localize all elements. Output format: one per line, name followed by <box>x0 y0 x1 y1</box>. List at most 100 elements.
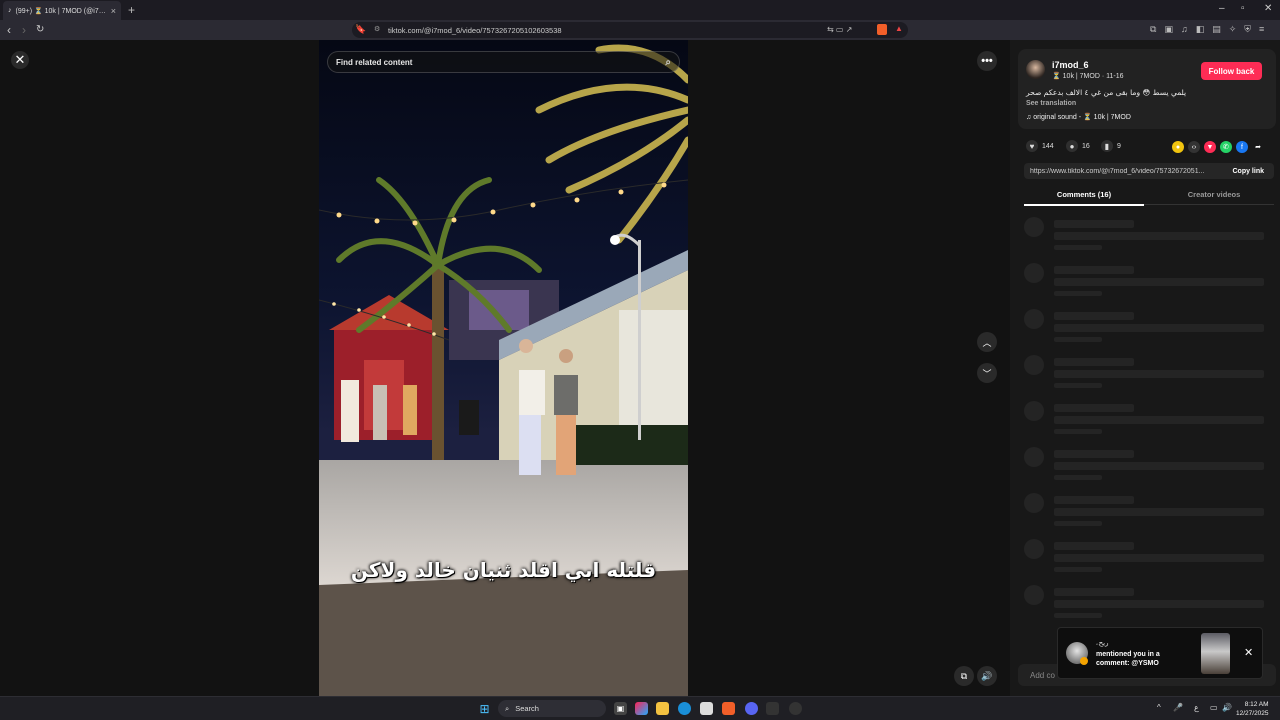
send-icon[interactable]: ▼ <box>1204 141 1216 153</box>
find-related-search[interactable]: Find related content ⌕ <box>327 51 680 73</box>
follow-back-button[interactable]: Follow back <box>1201 62 1262 80</box>
author-subline: ⏳ 10k | 7MOD · 11-16 <box>1052 73 1124 80</box>
notification-thumbnail <box>1201 633 1230 674</box>
search-placeholder: Find related content <box>336 57 413 67</box>
floating-player-icon[interactable]: ⧉ <box>954 666 974 686</box>
previous-video-button[interactable]: ︿ <box>977 332 997 352</box>
store-icon[interactable] <box>700 702 713 715</box>
page-actions-icon[interactable]: ⇆ ▭ ↗ <box>827 25 852 34</box>
search-icon[interactable]: ⌕ <box>665 57 671 68</box>
video-frame <box>319 40 688 696</box>
whatsapp-icon[interactable]: ✆ <box>1220 141 1232 153</box>
task-view-icon[interactable]: ▣ <box>614 702 627 715</box>
video-link[interactable]: https://www.tiktok.com/@i7mod_6/video/75… <box>1030 168 1232 175</box>
taskbar: ⊞ ⌕ Search ▣ ^ 🎤 ع ▭ 🔊 8:12 AM 12/27/202… <box>0 696 1280 720</box>
browser-tab[interactable]: ♪ (99+) ⏳ 10k | 7MOD (@i7mod × <box>3 1 121 20</box>
next-video-button[interactable]: ﹀ <box>977 363 997 383</box>
notification-name: ريحۦ <box>1096 639 1109 647</box>
reload-icon[interactable]: ↻ <box>36 24 44 35</box>
comment-count: 16 <box>1082 142 1090 150</box>
file-explorer-icon[interactable] <box>656 702 669 715</box>
bookmark-icon: ▮ <box>1101 140 1113 152</box>
save-count: 9 <box>1117 142 1121 150</box>
language-indicator[interactable]: ع <box>1194 703 1199 712</box>
detail-panel: i7mod_6 ⏳ 10k | 7MOD · 11-16 Follow back… <box>1010 40 1280 696</box>
url-text: tiktok.com/@i7mod_6/video/75732672051026… <box>388 25 562 35</box>
taskbar-search[interactable]: ⌕ Search <box>498 700 606 717</box>
volume-tray-icon[interactable]: 🔊 <box>1222 703 1232 712</box>
comment-skeleton <box>1024 355 1274 395</box>
copy-link-button[interactable]: Copy link <box>1232 168 1274 175</box>
notification-badge-icon <box>1080 657 1088 665</box>
comment-skeleton <box>1024 263 1274 303</box>
minimize-button[interactable]: – <box>1219 3 1225 14</box>
tab-comments[interactable]: Comments (16) <box>1024 190 1144 206</box>
music-note-icon: ♫ <box>1026 114 1032 121</box>
more-options-icon[interactable]: ••• <box>977 51 997 71</box>
copy-link-row: https://www.tiktok.com/@i7mod_6/video/75… <box>1024 163 1274 179</box>
reader-icon[interactable]: ▣ <box>1164 24 1173 35</box>
close-notification-icon[interactable]: ✕ <box>1244 646 1253 659</box>
address-bar[interactable]: 🔖 ⚙ tiktok.com/@i7mod_6/video/7573267205… <box>352 22 908 38</box>
comment-skeleton <box>1024 309 1274 349</box>
video-caption: قلتله ابي اقلد ثنيان خالد ولاكن <box>350 558 657 582</box>
comment-skeleton <box>1024 585 1274 625</box>
share-friends-icon[interactable]: ● <box>1172 141 1184 153</box>
maximize-button[interactable]: ▫ <box>1241 3 1245 14</box>
network-icon[interactable]: ▭ <box>1210 703 1218 712</box>
comment-skeleton <box>1024 401 1274 441</box>
date: 12/27/2025 <box>1236 710 1269 717</box>
settings-icon[interactable] <box>789 702 802 715</box>
wallet-icon[interactable]: ▤ <box>1212 24 1221 35</box>
save-button[interactable]: ▮ 9 <box>1101 140 1121 152</box>
embed-icon[interactable]: ‹› <box>1188 141 1200 153</box>
forward-icon[interactable]: › <box>22 23 26 37</box>
see-translation-link[interactable]: See translation <box>1026 100 1076 107</box>
tray-chevron-icon[interactable]: ^ <box>1157 703 1161 712</box>
tab-close-icon[interactable]: × <box>111 6 116 16</box>
media-icon[interactable]: ♫ <box>1181 24 1188 35</box>
panel-tabs: Comments (16) Creator videos <box>1024 187 1274 206</box>
close-video-button[interactable]: ✕ <box>11 51 29 69</box>
close-window-button[interactable]: ✕ <box>1264 3 1272 14</box>
brave-icon[interactable] <box>722 702 735 715</box>
mic-icon[interactable]: 🎤 <box>1173 703 1183 712</box>
facebook-icon[interactable]: f <box>1236 141 1248 153</box>
edge-icon[interactable] <box>678 702 691 715</box>
start-icon[interactable]: ⊞ <box>478 702 491 716</box>
new-tab-button[interactable]: + <box>128 3 135 17</box>
tiktok-favicon-icon: ♪ <box>8 7 12 14</box>
brave-shields-icon[interactable] <box>877 24 887 35</box>
username[interactable]: i7mod_6 <box>1052 60 1089 70</box>
volume-icon[interactable]: 🔊 <box>977 666 997 686</box>
comment-icon: ● <box>1066 140 1078 152</box>
site-info-icon[interactable]: ⚙ <box>374 25 380 33</box>
video-player[interactable]: Find related content ⌕ قلتله ابي اقلد ثن… <box>319 40 688 696</box>
avatar[interactable] <box>1026 60 1045 79</box>
menu-icon[interactable]: ≡ <box>1259 24 1264 35</box>
discord-icon[interactable] <box>745 702 758 715</box>
toolbar-icons: ⧉ ▣ ♫ ◧ ▤ ✧ ⛨ ≡ <box>1150 24 1264 35</box>
ai-icon[interactable]: ✧ <box>1229 24 1237 35</box>
share-more-icon[interactable]: ➦ <box>1252 141 1264 153</box>
back-icon[interactable]: ‹ <box>7 23 11 37</box>
copilot-icon[interactable] <box>635 702 648 715</box>
sidebar-icon[interactable]: ◧ <box>1196 24 1205 35</box>
tab-title: (99+) ⏳ 10k | 7MOD (@i7mod <box>15 7 107 15</box>
brave-rewards-icon[interactable]: ▲ <box>895 24 903 33</box>
sound-link[interactable]: ♫ original sound - ⏳ 10k | 7MOD <box>1026 113 1131 121</box>
comment-button[interactable]: ● 16 <box>1066 140 1090 152</box>
mention-notification[interactable]: ريحۦ mentioned you in a comment: @YSMO ✕ <box>1057 627 1263 679</box>
search-icon: ⌕ <box>505 703 510 713</box>
comment-skeleton <box>1024 493 1274 533</box>
bookmark-icon[interactable]: 🔖 <box>355 24 366 35</box>
clock[interactable]: 8:12 AM 12/27/2025 <box>1236 700 1269 718</box>
extensions-icon[interactable]: ⧉ <box>1150 24 1156 35</box>
app-icon[interactable] <box>766 702 779 715</box>
tab-bar: ♪ (99+) ⏳ 10k | 7MOD (@i7mod × + – ▫ ✕ <box>0 0 1280 20</box>
time: 8:12 AM <box>1244 701 1269 708</box>
vpn-icon[interactable]: ⛨ <box>1244 24 1251 35</box>
tab-creator-videos[interactable]: Creator videos <box>1154 190 1274 199</box>
sound-label: original sound - ⏳ 10k | 7MOD <box>1033 114 1131 121</box>
like-button[interactable]: ♥ 144 <box>1026 140 1054 152</box>
